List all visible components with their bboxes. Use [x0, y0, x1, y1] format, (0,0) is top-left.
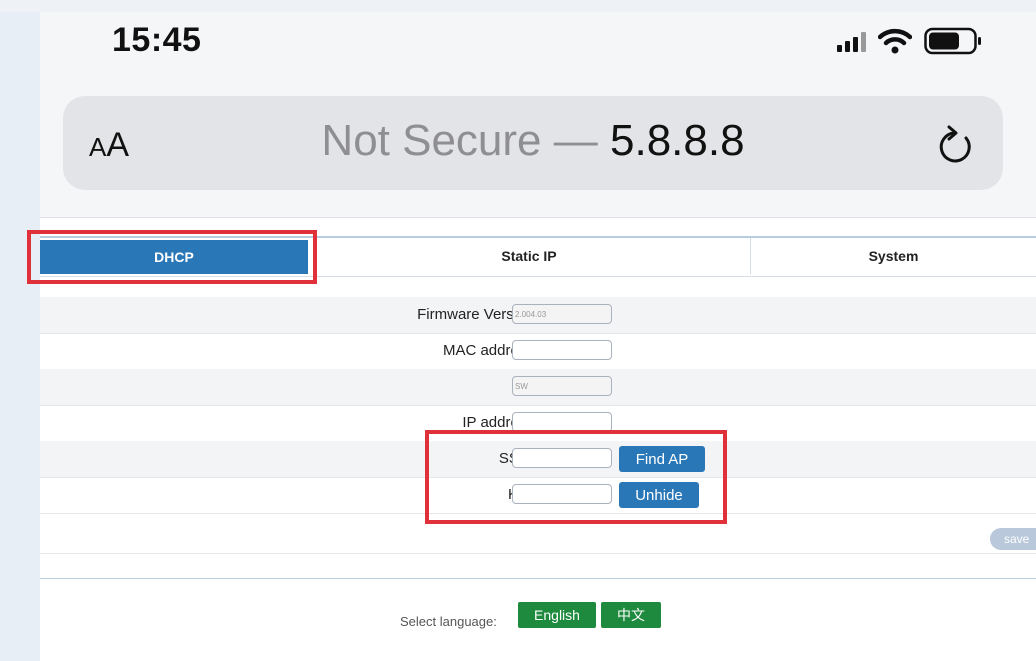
sn-field: SW	[512, 376, 612, 396]
tab-system[interactable]: System	[751, 238, 1036, 274]
firmware-field: 2.004.03	[512, 304, 612, 324]
status-icons	[837, 27, 982, 55]
english-button[interactable]: English	[518, 602, 596, 628]
url-display[interactable]: Not Secure — 5.8.8.8	[63, 116, 1003, 166]
address-bar[interactable]: AA Not Secure — 5.8.8.8	[63, 96, 1003, 190]
tab-static-ip[interactable]: Static IP	[308, 238, 751, 274]
language-label: Select language:	[400, 614, 497, 629]
battery-icon	[924, 27, 981, 55]
firmware-row: Firmware Version: 2.004.03	[40, 297, 1036, 334]
dhcp-highlight-box	[27, 230, 317, 284]
divider	[40, 578, 1036, 579]
mac-row: MAC address:	[40, 333, 1036, 370]
url-host: 5.8.8.8	[610, 116, 745, 165]
mac-field[interactable]	[512, 340, 612, 360]
ip-field[interactable]	[512, 412, 612, 432]
sn-row: SN: SW	[40, 369, 1036, 406]
status-time: 15:45	[112, 21, 202, 59]
wifi-icon	[878, 28, 912, 54]
chinese-button[interactable]: 中文	[601, 602, 661, 628]
phone-screen: 15:45 AA Not Secure — 5.8.8.8 DHCP Stati…	[40, 12, 1036, 661]
wifi-credentials-highlight-box	[425, 430, 727, 524]
background-strip	[0, 0, 1036, 12]
cellular-signal-icon	[837, 30, 866, 52]
save-button[interactable]: save	[990, 528, 1036, 550]
not-secure-label: Not Secure —	[321, 116, 598, 165]
reload-icon[interactable]	[935, 124, 977, 168]
